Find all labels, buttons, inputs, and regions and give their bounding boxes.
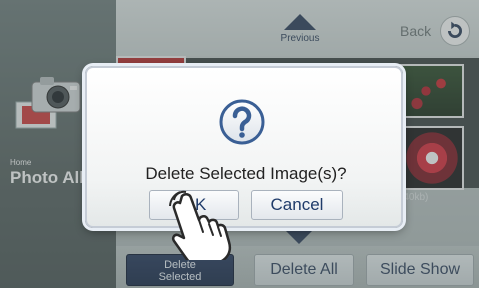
dialog-message: Delete Selected Image(s)? bbox=[145, 164, 347, 183]
hand-pointer-icon bbox=[169, 190, 232, 260]
cancel-button[interactable]: Cancel bbox=[251, 190, 343, 220]
question-icon bbox=[219, 99, 265, 145]
confirm-dialog: Delete Selected Image(s)? OK Cancel bbox=[85, 66, 403, 228]
